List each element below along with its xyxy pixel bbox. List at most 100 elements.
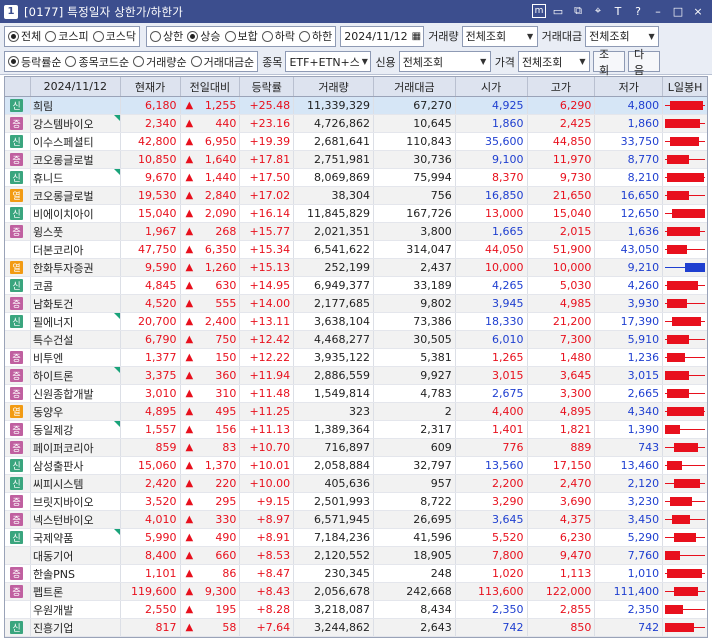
daily-candle [663, 367, 707, 384]
table-row[interactable]: 신 필에너지20,7002,400+13.113,638,10473,38618,… [5, 313, 707, 331]
table-row[interactable]: 증 코오롱글로벌10,8501,640+17.812,751,98130,7369… [5, 151, 707, 169]
table-row[interactable]: 증브릿지바이오3,520295+9.152,501,9938,7223,2903… [5, 493, 707, 511]
volume-value: 6,571,945 [294, 511, 374, 528]
change-value: 9,300 [181, 583, 241, 600]
amount-value: 248 [374, 565, 456, 582]
table-row[interactable]: 신 이수스페셜티42,8006,950+19.392,681,641110,843… [5, 133, 707, 151]
open-price: 3,290 [456, 493, 528, 510]
col-header-badge[interactable] [5, 77, 31, 96]
maximize-icon[interactable]: □ [670, 3, 686, 19]
radio-rise[interactable]: 상승 [187, 28, 221, 44]
current-price: 42,800 [121, 133, 181, 150]
m-icon[interactable]: m [532, 4, 546, 18]
table-row[interactable]: 신 희림6,1801,255+25.4811,339,32967,2704,925… [5, 97, 707, 115]
price-select[interactable]: 전체조회 ▼ [517, 51, 590, 72]
table-row[interactable]: 열 코오롱글로벌19,5302,840+17.0238,30475616,8502… [5, 187, 707, 205]
table-row[interactable]: 신삼성출판사15,0601,370+10.012,058,88432,79713… [5, 457, 707, 475]
volume-label: 거래량 [428, 30, 459, 43]
radio-upper-limit[interactable]: 상한 [150, 28, 183, 44]
credit-select-value: 전체조회 [402, 55, 444, 69]
col-header-high[interactable]: 고가 [528, 77, 596, 96]
calendar-icon[interactable]: ▦ [412, 31, 421, 42]
radio-sort-rate[interactable]: 등락률순 [8, 54, 61, 70]
open-price: 13,560 [456, 457, 528, 474]
low-price: 12,650 [595, 205, 664, 222]
window-icon[interactable]: ▭ [550, 3, 566, 19]
col-header-volume[interactable]: 거래량 [294, 77, 374, 96]
daily-candle [663, 259, 707, 276]
table-row[interactable]: 증 펩트론119,6009,300+8.432,056,678242,668113… [5, 583, 707, 601]
change-value: 1,640 [181, 151, 241, 168]
credit-select[interactable]: 전체조회 ▼ [398, 51, 491, 72]
link-icon[interactable]: ⧉ [570, 3, 586, 19]
table-row[interactable]: 증 비투엔1,377150+12.223,935,1225,3811,2651,4… [5, 349, 707, 367]
volume-value: 230,345 [294, 565, 374, 582]
credit-badge: 증 [10, 387, 23, 400]
volume-select[interactable]: 전체조회 ▼ [461, 25, 538, 47]
table-row[interactable]: 열동양우4,895495+11.2532324,4004,8954,340 [5, 403, 707, 421]
col-header-amount[interactable]: 거래대금 [374, 77, 456, 96]
table-row[interactable]: 신 국제약품5,990490+8.917,184,23641,5965,5206,… [5, 529, 707, 547]
radio-sort-volume[interactable]: 거래량순 [133, 54, 187, 70]
change-value: 2,400 [181, 313, 241, 330]
badge-cell: 증 [5, 349, 31, 366]
radio-flat[interactable]: 보합 [224, 28, 258, 44]
open-price: 9,100 [456, 151, 528, 168]
table-row[interactable]: 특수건설6,790750+12.424,468,27730,5056,0107,… [5, 331, 707, 349]
col-header-rate[interactable]: 등락률 [240, 77, 295, 96]
radio-market-kospi[interactable]: 코스피 [45, 28, 89, 44]
font-icon[interactable]: T [610, 3, 626, 19]
search-button[interactable]: 조회 [592, 48, 625, 77]
table-row[interactable]: 증동일제강1,557156+11.131,389,3642,3171,4011,… [5, 421, 707, 439]
help-icon[interactable]: ? [630, 3, 646, 19]
low-price: 743 [595, 439, 664, 456]
change-value: 58 [181, 619, 241, 636]
table-row[interactable]: 증 윙스풋1,967268+15.772,021,3513,8001,6652,0… [5, 223, 707, 241]
change-rate: +11.13 [240, 421, 295, 438]
low-price: 17,390 [595, 313, 664, 330]
table-row[interactable]: 신 휴니드9,6701,440+17.508,069,86975,9948,370… [5, 169, 707, 187]
pin-icon[interactable]: ⌖ [590, 3, 606, 19]
table-row[interactable]: 더본코리아47,7506,350+15.346,541,622314,04744… [5, 241, 707, 259]
radio-fall[interactable]: 하락 [261, 28, 295, 44]
daily-candle [663, 349, 707, 366]
table-row[interactable]: 열한화투자증권9,5901,260+15.13252,1992,43710,00… [5, 259, 707, 277]
table-row[interactable]: 우원개발2,550195+8.283,218,0878,4342,3502,85… [5, 601, 707, 619]
table-row[interactable]: 신진흥기업81758+7.643,244,8622,643742850742 [5, 619, 707, 637]
close-icon[interactable]: × [690, 3, 706, 19]
table-row[interactable]: 증강스템바이오2,340440+23.164,726,86210,6451,86… [5, 115, 707, 133]
candle-body [665, 119, 701, 128]
change-rate: +15.34 [240, 241, 295, 258]
radio-market-kosdaq[interactable]: 코스닥 [92, 28, 136, 44]
table-row[interactable]: 신 씨피시스템2,420220+10.00405,6369572,2002,470… [5, 475, 707, 493]
col-header-change[interactable]: 전일대비 [181, 77, 241, 96]
radio-sort-code[interactable]: 종목코드순 [65, 54, 129, 70]
radio-market-all[interactable]: 전체 [8, 28, 41, 44]
table-row[interactable]: 증 넥스턴바이오4,010330+8.976,571,94526,6953,645… [5, 511, 707, 529]
open-price: 3,945 [456, 295, 528, 312]
date-field[interactable]: 2024/11/12 ▦ [340, 25, 425, 47]
col-header-candle[interactable]: L일봉H [663, 77, 707, 96]
table-row[interactable]: 신 코콤4,845630+14.956,949,37733,1894,2655,0… [5, 277, 707, 295]
table-row[interactable]: 증하이트론3,375360+11.942,886,5599,9273,0153,… [5, 367, 707, 385]
col-header-price[interactable]: 현재가 [121, 77, 181, 96]
change-value: 268 [181, 223, 241, 240]
high-price: 4,985 [528, 295, 596, 312]
table-row[interactable]: 신비에이치아이15,0402,090+16.1411,845,829167,72… [5, 205, 707, 223]
table-row[interactable]: 증 신원종합개발3,010310+11.481,549,8144,7832,675… [5, 385, 707, 403]
open-price: 1,665 [456, 223, 528, 240]
col-header-date[interactable]: 2024/11/12 [31, 77, 121, 96]
next-button[interactable]: 다음 [627, 48, 660, 77]
table-row[interactable]: 증 한솔PNS1,10186+8.47230,3452481,0201,1131,… [5, 565, 707, 583]
col-header-low[interactable]: 저가 [595, 77, 664, 96]
amount-select[interactable]: 전체조회 ▼ [585, 25, 660, 47]
table-row[interactable]: 대동기어8,400660+8.532,120,55218,9057,8009,4… [5, 547, 707, 565]
minimize-icon[interactable]: – [650, 3, 666, 19]
table-row[interactable]: 증 남화토건4,520555+14.002,177,6859,8023,9454,… [5, 295, 707, 313]
col-header-open[interactable]: 시가 [456, 77, 528, 96]
item-select[interactable]: ETF+ETN+스팩 ▼ [285, 51, 372, 72]
radio-sort-amount[interactable]: 거래대금순 [190, 54, 254, 70]
candle-body [667, 191, 690, 200]
radio-lower-limit[interactable]: 하한 [299, 28, 332, 44]
table-row[interactable]: 증 페이퍼코리아85983+10.70716,897609776889743 [5, 439, 707, 457]
